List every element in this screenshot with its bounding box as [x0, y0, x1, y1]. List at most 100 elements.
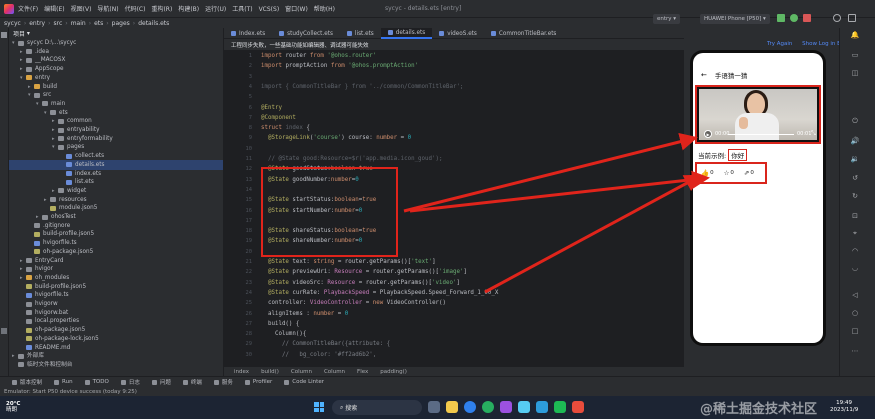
code-breadcrumb-item[interactable]: padding() — [380, 369, 407, 375]
previewer-icon[interactable]: ◫ — [850, 68, 860, 78]
back-icon[interactable]: ◁ — [850, 290, 860, 300]
breadcrumb-item[interactable]: pages — [112, 20, 130, 27]
code-line[interactable]: @State text: string = router.getParams()… — [261, 259, 436, 265]
devtools-icon[interactable] — [518, 401, 530, 413]
edge-icon[interactable] — [482, 401, 494, 413]
rotate-right-icon[interactable]: ↻ — [850, 191, 860, 201]
menu-item[interactable]: 代码(C) — [125, 6, 146, 13]
editor-tab[interactable]: videoS.ets — [432, 28, 484, 39]
code-line[interactable]: struct index { — [261, 125, 310, 131]
good-button[interactable]: 👍 0 — [701, 169, 714, 177]
code-line[interactable]: @State curRate: PlaybackSpeed = Playback… — [261, 290, 498, 296]
volume-up-icon[interactable]: 🔊 — [850, 136, 860, 146]
structure-tool-icon[interactable] — [1, 328, 7, 334]
breadcrumb-item[interactable]: ets — [94, 20, 103, 27]
home-icon[interactable]: ○ — [850, 308, 860, 318]
code-breadcrumb-item[interactable]: Flex — [357, 369, 368, 375]
tool-window-button[interactable]: 版本控制 — [12, 378, 42, 386]
code-line[interactable]: build() { — [261, 321, 299, 327]
menu-item[interactable]: 编辑(E) — [44, 6, 64, 13]
task-view-icon[interactable] — [428, 401, 440, 413]
rotate-left-icon[interactable]: ↺ — [850, 173, 860, 183]
volume-down-icon[interactable]: 🔉 — [850, 154, 860, 164]
menu-item[interactable]: 帮助(H) — [314, 6, 335, 13]
ide-app-icon[interactable] — [500, 401, 512, 413]
code-breadcrumb-item[interactable]: Column — [291, 369, 312, 375]
menu-item[interactable]: 导航(N) — [97, 6, 118, 13]
code-line[interactable]: // bg_color: '#ff2ad6b2', — [261, 352, 376, 358]
tool-window-button[interactable]: Code Linter — [284, 379, 324, 385]
tool-window-button[interactable]: 日志 — [120, 378, 140, 386]
tool-window-button[interactable]: 服务 — [213, 378, 233, 386]
file-explorer-icon[interactable] — [446, 401, 458, 413]
clock[interactable]: 19:49 2023/11/9 — [830, 400, 858, 414]
tool-window-button[interactable]: 问题 — [151, 378, 171, 386]
code-line[interactable]: // @State good:Resource=$r('app.media.ic… — [261, 156, 443, 162]
editor-tab[interactable]: list.ets — [340, 28, 381, 39]
module-select[interactable]: entry ▾ — [653, 14, 681, 24]
menu-item[interactable]: 构建(B) — [178, 6, 199, 13]
code-line[interactable]: // CommonTitleBar({attribute: { — [261, 341, 390, 347]
editor-tab[interactable]: studyCollect.ets — [272, 28, 340, 39]
editor-tab[interactable]: details.ets — [380, 28, 433, 39]
video-progress-bar[interactable] — [728, 134, 794, 135]
tool-window-button[interactable]: Run — [54, 379, 73, 385]
menu-item[interactable]: 重构(R) — [151, 6, 172, 13]
breadcrumb-item[interactable]: main — [71, 20, 86, 27]
try-again-link[interactable]: Try Again — [767, 41, 792, 47]
device-select[interactable]: HUAWEI Phone [P50] ▾ — [700, 14, 770, 24]
tree-item[interactable]: 临时文件和控制台 — [9, 360, 223, 370]
code-breadcrumb-item[interactable]: Column — [324, 369, 345, 375]
run-icon[interactable] — [777, 14, 785, 22]
store-icon[interactable] — [536, 401, 548, 413]
wechat-icon[interactable] — [554, 401, 566, 413]
menu-item[interactable]: VCS(S) — [259, 6, 280, 13]
code-breadcrumb-item[interactable]: index — [234, 369, 249, 375]
breadcrumb-item[interactable]: src — [54, 20, 63, 27]
back-arrow-icon[interactable]: ← — [701, 71, 707, 79]
fullscreen-icon[interactable]: ⤡ — [811, 130, 816, 138]
code-line[interactable]: import router from '@ohos.router' — [261, 53, 376, 59]
play-icon[interactable]: ▶ — [704, 130, 712, 138]
project-tool-icon[interactable] — [1, 32, 7, 38]
tool-window-button[interactable]: 终端 — [182, 378, 202, 386]
share-button[interactable]: ⇗ 0 — [744, 169, 754, 177]
wifi-alt-icon[interactable]: ◡ — [850, 263, 860, 273]
code-line[interactable]: @StorageLink('course') course: number = … — [261, 135, 411, 141]
menu-item[interactable]: 文件(F) — [18, 6, 38, 13]
code-line[interactable]: @State videoSrc: Resource = router.getPa… — [261, 280, 460, 286]
settings-icon[interactable] — [848, 14, 856, 22]
code-line[interactable]: @Component — [261, 115, 296, 121]
recent-apps-icon[interactable]: □ — [850, 326, 860, 336]
taskbar-search[interactable]: ⌕ 搜索 — [332, 400, 422, 415]
start-icon[interactable] — [314, 402, 324, 412]
code-breadcrumb-item[interactable]: build() — [261, 369, 279, 375]
power-icon[interactable]: ⏻ — [850, 116, 860, 126]
code-line[interactable]: @Entry — [261, 105, 282, 111]
breadcrumb-item[interactable]: details.ets — [138, 20, 169, 27]
debug-icon[interactable] — [790, 14, 798, 22]
huawei-ide-icon[interactable] — [572, 401, 584, 413]
code-line[interactable]: @State previewUri: Resource = router.get… — [261, 269, 467, 275]
code-line[interactable]: import promptAction from '@ohos.promptAc… — [261, 63, 418, 69]
breadcrumb-item[interactable]: sycyc — [4, 20, 21, 27]
code-line[interactable]: Column(){ — [261, 331, 306, 337]
tool-window-button[interactable]: Profiler — [244, 379, 272, 385]
code-line[interactable]: alignItems : number = 0 — [261, 311, 348, 317]
notifications-icon[interactable]: 🔔 — [850, 30, 860, 40]
wifi-icon[interactable]: ◠ — [850, 246, 860, 256]
code-line[interactable]: controller: VideoController = new VideoC… — [261, 300, 446, 306]
browser-icon[interactable] — [464, 401, 476, 413]
menu-item[interactable]: 窗口(W) — [285, 6, 308, 13]
tool-window-button[interactable]: TODO — [84, 379, 109, 385]
location-icon[interactable]: ⌖ — [850, 228, 860, 238]
stop-icon[interactable] — [803, 14, 811, 22]
menu-item[interactable]: 运行(U) — [205, 6, 226, 13]
weather-widget[interactable]: 20°C 晴朗 — [6, 401, 20, 413]
breadcrumb-item[interactable]: entry — [29, 20, 45, 27]
device-manager-icon[interactable]: ▭ — [850, 50, 860, 60]
code-line[interactable]: import { CommonTitleBar } from '../commo… — [261, 84, 463, 90]
video-player[interactable]: ▶ 00:00 00:01 ⤡ — [699, 89, 817, 140]
more-icon[interactable]: ⋯ — [850, 346, 860, 356]
menu-item[interactable]: 视图(V) — [71, 6, 92, 13]
